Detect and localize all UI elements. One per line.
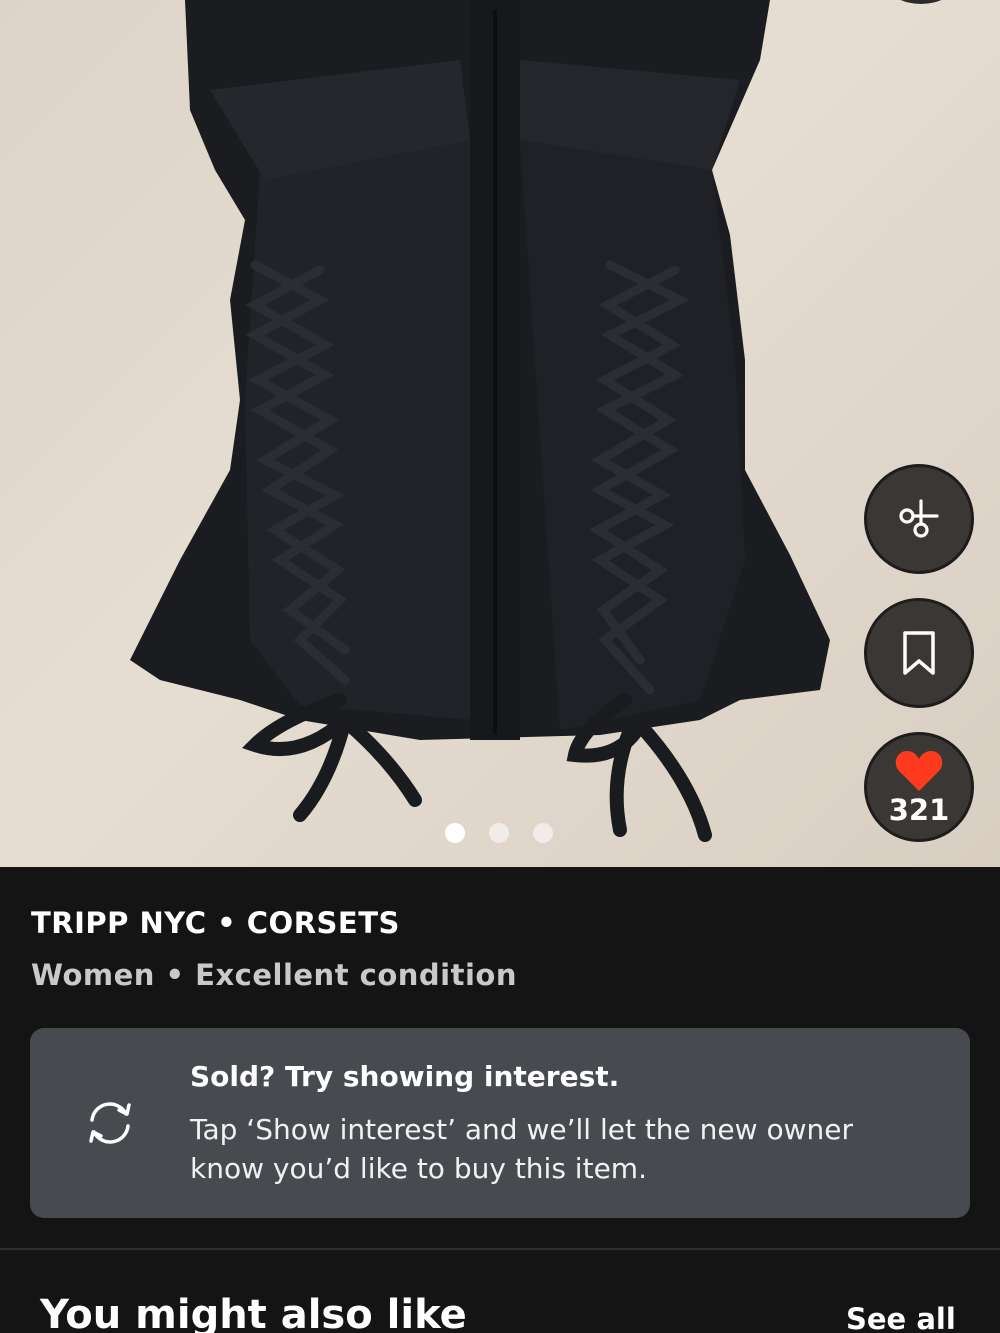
see-all-link[interactable]: See all <box>846 1302 956 1333</box>
gender-condition-text: Women • Excellent condition <box>31 958 517 992</box>
carousel-dot-1[interactable] <box>445 823 465 843</box>
like-count: 321 <box>888 793 950 827</box>
refresh-icon <box>89 1102 131 1144</box>
recommendations-title: You might also like <box>40 1292 467 1333</box>
carousel-dot-2[interactable] <box>489 823 509 843</box>
like-button[interactable]: 321 <box>864 732 974 842</box>
scissors-offer-icon <box>899 499 939 538</box>
carousel-dot-3[interactable] <box>533 823 553 843</box>
section-divider <box>0 1248 1000 1250</box>
save-button[interactable] <box>864 598 974 708</box>
show-interest-notice[interactable]: Sold? Try showing interest. Tap ‘Show in… <box>30 1028 970 1218</box>
heart-icon <box>895 751 943 791</box>
product-listing-screen: 321 TRIPP NYC • CORSETS Women • Excellen… <box>0 0 1000 1333</box>
bookmark-icon <box>903 631 935 675</box>
product-photo[interactable] <box>0 0 1000 867</box>
notice-body: Tap ‘Show interest’ and we’ll let the ne… <box>190 1113 853 1185</box>
corset-garment-image <box>130 0 830 842</box>
notice-title: Sold? Try showing interest. <box>190 1060 620 1093</box>
make-offer-button[interactable] <box>864 464 974 574</box>
brand-category-link[interactable]: TRIPP NYC • CORSETS <box>31 906 400 940</box>
image-carousel-indicator <box>445 823 553 843</box>
